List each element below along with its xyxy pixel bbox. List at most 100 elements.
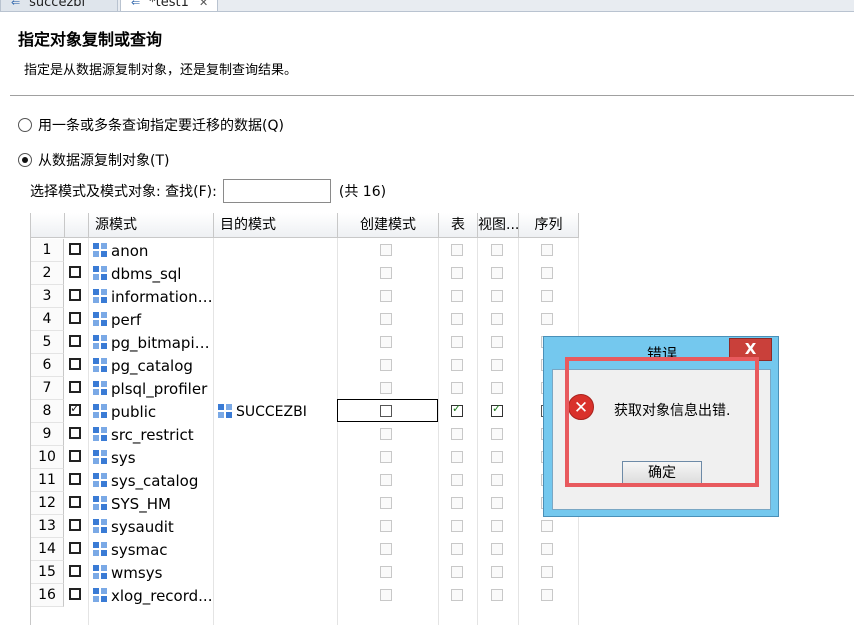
header-sequence[interactable]: 序列 <box>519 213 579 238</box>
view-checkbox[interactable] <box>491 382 503 394</box>
table-checkbox[interactable] <box>451 543 463 555</box>
header-source-schema[interactable]: 源模式 <box>89 213 214 238</box>
header-view[interactable]: 视图... <box>478 213 519 238</box>
sequence-checkbox[interactable] <box>541 589 553 601</box>
row-select-checkbox[interactable] <box>69 289 81 301</box>
create-schema-checkbox[interactable] <box>380 313 392 325</box>
row-select-checkbox[interactable] <box>69 312 81 324</box>
create-schema-checkbox[interactable] <box>380 382 392 394</box>
create-schema-checkbox[interactable] <box>380 359 392 371</box>
create-schema-checkbox[interactable] <box>380 267 392 279</box>
table-row[interactable]: 2 dbms_sql <box>31 262 854 285</box>
create-schema-checkbox[interactable] <box>380 566 392 578</box>
table-checkbox[interactable] <box>451 451 463 463</box>
row-select-checkbox[interactable] <box>69 427 81 439</box>
view-checkbox[interactable] <box>491 474 503 486</box>
table-checkbox[interactable] <box>451 336 463 348</box>
row-select-checkbox[interactable] <box>69 588 81 600</box>
table-checkbox[interactable] <box>451 520 463 532</box>
table-row[interactable]: 13 sysaudit <box>31 515 854 538</box>
create-schema-checkbox[interactable] <box>380 520 392 532</box>
table-checkbox[interactable] <box>451 359 463 371</box>
table-checkbox[interactable] <box>451 313 463 325</box>
view-checkbox[interactable] <box>491 402 503 417</box>
table-row[interactable]: 1 anon <box>31 239 854 262</box>
row-select-checkbox[interactable] <box>69 243 81 255</box>
view-checkbox[interactable] <box>491 359 503 371</box>
create-schema-checkbox[interactable] <box>380 290 392 302</box>
row-select-checkbox[interactable] <box>69 519 81 531</box>
ok-button[interactable]: 确定 <box>622 461 702 485</box>
create-schema-checkbox[interactable] <box>380 244 392 256</box>
target-schema-name[interactable]: SUCCEZBI <box>236 400 307 423</box>
header-create-schema[interactable]: 创建模式 <box>338 213 439 238</box>
create-schema-checkbox[interactable] <box>380 336 392 348</box>
sequence-checkbox[interactable] <box>541 520 553 532</box>
view-checkbox[interactable] <box>491 267 503 279</box>
view-checkbox[interactable] <box>491 336 503 348</box>
row-select-checkbox[interactable] <box>69 496 81 508</box>
row-select-checkbox[interactable] <box>69 542 81 554</box>
view-checkbox[interactable] <box>491 451 503 463</box>
view-checkbox[interactable] <box>491 543 503 555</box>
table-checkbox[interactable] <box>451 589 463 601</box>
radio-button[interactable] <box>18 153 32 167</box>
radio-button[interactable] <box>18 118 32 132</box>
create-schema-checkbox[interactable] <box>380 543 392 555</box>
tab-test1[interactable]: ⇐ *test1 ✕ <box>120 0 218 11</box>
table-checkbox[interactable] <box>451 267 463 279</box>
source-schema-name: information_... <box>111 288 213 306</box>
row-select-checkbox[interactable] <box>69 335 81 347</box>
dialog-close-button[interactable]: X <box>729 338 772 361</box>
close-icon[interactable]: ✕ <box>199 0 208 9</box>
header-table[interactable]: 表 <box>439 213 478 238</box>
view-checkbox[interactable] <box>491 520 503 532</box>
view-checkbox[interactable] <box>491 244 503 256</box>
row-select-checkbox[interactable] <box>69 401 81 416</box>
table-row[interactable]: 3 information_... <box>31 285 854 308</box>
table-row[interactable]: 4 perf <box>31 308 854 331</box>
create-schema-checkbox[interactable] <box>380 451 392 463</box>
radio-option-query[interactable]: 用一条或多条查询指定要迁移的数据(Q) <box>18 115 284 135</box>
table-checkbox[interactable] <box>451 382 463 394</box>
table-row[interactable]: 14 sysmac <box>31 538 854 561</box>
table-checkbox[interactable] <box>451 566 463 578</box>
create-schema-checkbox[interactable] <box>380 497 392 509</box>
table-row[interactable]: 15 wmsys <box>31 561 854 584</box>
view-checkbox[interactable] <box>491 290 503 302</box>
view-checkbox[interactable] <box>491 497 503 509</box>
row-select-checkbox[interactable] <box>69 381 81 393</box>
table-checkbox[interactable] <box>451 474 463 486</box>
table-checkbox[interactable] <box>451 428 463 440</box>
table-checkbox[interactable] <box>451 244 463 256</box>
row-select-checkbox[interactable] <box>69 266 81 278</box>
view-checkbox[interactable] <box>491 428 503 440</box>
sequence-checkbox[interactable] <box>541 313 553 325</box>
table-row[interactable]: 16 xlog_record... <box>31 584 854 607</box>
create-schema-checkbox[interactable] <box>380 474 392 486</box>
header-target-schema[interactable]: 目的模式 <box>214 213 338 238</box>
sequence-checkbox[interactable] <box>541 244 553 256</box>
create-schema-checkbox[interactable] <box>380 589 392 601</box>
view-checkbox[interactable] <box>491 313 503 325</box>
create-schema-checkbox[interactable] <box>380 428 392 440</box>
search-input[interactable] <box>222 179 331 203</box>
sequence-checkbox[interactable] <box>541 267 553 279</box>
table-checkbox[interactable] <box>451 497 463 509</box>
row-select-checkbox[interactable] <box>69 358 81 370</box>
row-select-checkbox[interactable] <box>69 450 81 462</box>
radio-option-copy-objects[interactable]: 从数据源复制对象(T) <box>18 150 169 170</box>
tab-succezbi[interactable]: ⇐ succezbi <box>0 0 118 11</box>
view-checkbox[interactable] <box>491 589 503 601</box>
sequence-checkbox[interactable] <box>541 290 553 302</box>
sequence-checkbox[interactable] <box>541 566 553 578</box>
active-cell-editor[interactable] <box>337 399 438 422</box>
row-number: 2 <box>31 262 64 285</box>
view-checkbox[interactable] <box>491 566 503 578</box>
table-checkbox[interactable] <box>451 290 463 302</box>
header-select[interactable] <box>65 213 89 238</box>
row-select-checkbox[interactable] <box>69 473 81 485</box>
sequence-checkbox[interactable] <box>541 543 553 555</box>
table-checkbox[interactable] <box>451 402 463 417</box>
row-select-checkbox[interactable] <box>69 565 81 577</box>
